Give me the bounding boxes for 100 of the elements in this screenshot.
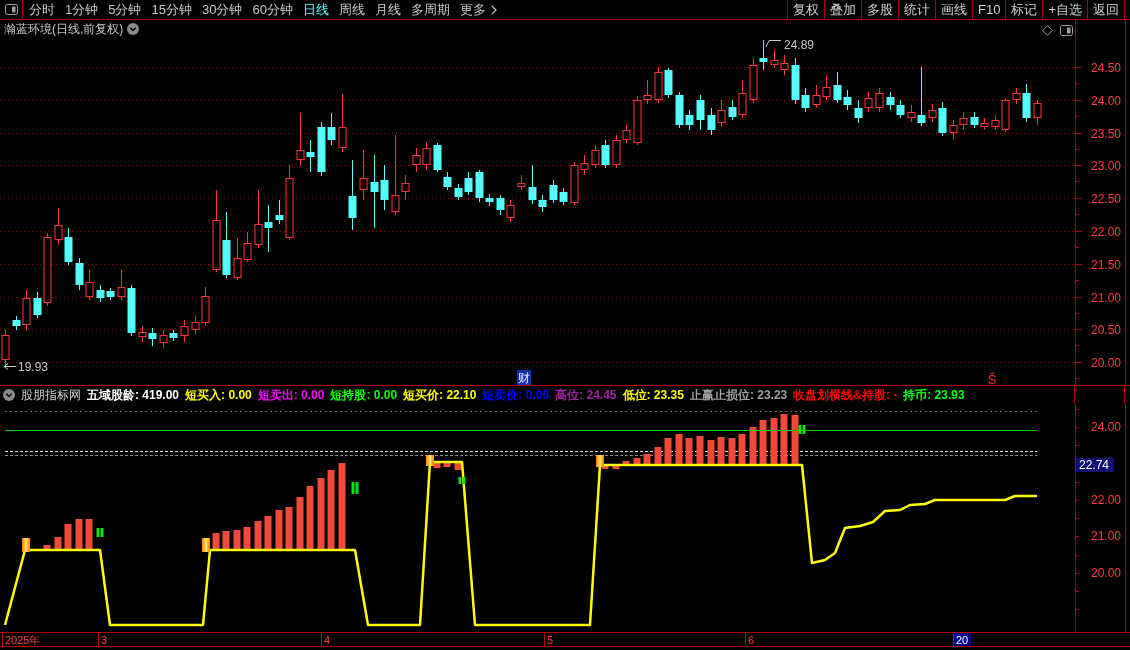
signal-bar (212, 533, 220, 550)
panel-toggle-icon[interactable] (1060, 25, 1073, 36)
period-tab[interactable]: 日线 (297, 0, 334, 19)
rising-candlestick (54, 207, 63, 246)
period-tab[interactable]: 月线 (369, 0, 406, 19)
period-tab[interactable]: 15分钟 (146, 0, 197, 19)
falling-candlestick (970, 111, 979, 129)
toolbar-button[interactable]: 叠加 (824, 0, 861, 19)
indicator-name[interactable]: 股朋指标网 (21, 386, 81, 403)
high-price-label: 24.89 (784, 38, 815, 52)
toolbar-button[interactable]: 统计 (898, 0, 935, 19)
signal-bar (264, 516, 272, 550)
indicator-readout: 持币: 23.93 (903, 386, 965, 403)
more-button[interactable]: 更多 (454, 0, 502, 19)
rising-candlestick (738, 79, 747, 119)
rising-candlestick (980, 117, 989, 131)
rising-candlestick (770, 49, 779, 69)
diamond-icon[interactable] (1042, 25, 1053, 36)
low-price-label: 19.93 (18, 360, 49, 374)
signal-marker-icon (596, 455, 604, 467)
signal-bar (222, 531, 230, 550)
rising-candlestick (506, 199, 515, 223)
toolbar-button[interactable]: 画线 (935, 0, 972, 19)
falling-candlestick (306, 139, 315, 173)
rising-candlestick (864, 91, 873, 113)
signal-bar (306, 486, 314, 550)
dropdown-icon[interactable] (127, 23, 140, 35)
time-axis-label: 5 (547, 634, 554, 646)
falling-candlestick (664, 67, 673, 99)
rising-candlestick (338, 93, 347, 153)
axis-label: 22.00 (1090, 224, 1121, 239)
toolbar-button[interactable]: 复权 (787, 0, 824, 19)
signal-bar (454, 462, 462, 470)
time-axis-label: 6 (748, 634, 755, 646)
indicator-readout: 短卖价: 0.00 (482, 386, 550, 403)
rising-candlestick (243, 231, 252, 263)
period-tab[interactable]: 多周期 (405, 0, 455, 19)
falling-candlestick (127, 284, 136, 337)
rising-candlestick (717, 99, 726, 128)
axis-label: 22.50 (1090, 191, 1121, 206)
signal-bar (664, 438, 672, 465)
rising-candlestick (22, 289, 31, 331)
axis-label: 24.00 (1090, 93, 1121, 108)
rising-candlestick (296, 112, 305, 166)
toolbar-button[interactable]: 多股 (861, 0, 898, 19)
rising-candlestick (412, 147, 421, 173)
date-cursor-badge: 20 (954, 633, 971, 646)
leader-line (765, 40, 782, 48)
indicator-readout: 止赢止损位: 23.23 (689, 386, 788, 403)
axis-label: 23.50 (1090, 126, 1121, 141)
signal-bar (54, 537, 62, 550)
signal-bar (780, 414, 788, 465)
falling-candlestick (12, 315, 21, 331)
period-tab[interactable]: 分时 (24, 0, 60, 19)
panel-toggle-icon[interactable] (4, 4, 18, 15)
rising-candlestick (233, 237, 242, 281)
toolbar-button[interactable]: F10 (972, 0, 1006, 19)
falling-candlestick (96, 284, 105, 303)
time-axis-label: 3 (101, 634, 108, 646)
rising-candlestick (159, 329, 168, 349)
period-tab[interactable]: 5分钟 (103, 0, 147, 19)
period-tab[interactable]: 1分钟 (60, 0, 104, 19)
period-tab[interactable]: 30分钟 (196, 0, 248, 19)
falling-candlestick (64, 227, 73, 266)
indicator-readout: 低位: 23.35 (622, 386, 684, 403)
rising-candlestick (359, 149, 368, 201)
falling-candlestick (696, 94, 705, 131)
rising-candlestick (749, 57, 758, 104)
falling-candlestick (549, 179, 558, 204)
signal-bar (717, 437, 725, 465)
rising-candlestick (959, 111, 968, 131)
rising-candlestick (117, 269, 126, 301)
rising-candlestick (517, 174, 526, 191)
signal-bar (64, 524, 72, 550)
rising-candlestick (254, 189, 263, 249)
toolbar-button[interactable]: +自选 (1042, 0, 1087, 19)
signal-bar (275, 510, 283, 550)
signal-bar (728, 438, 736, 465)
falling-candlestick (1022, 83, 1031, 123)
axis-label: 20.00 (1090, 355, 1121, 370)
signal-bar (633, 458, 641, 465)
toolbar-button[interactable]: 标记 (1005, 0, 1043, 19)
falling-candlestick (759, 39, 768, 71)
leader-arrow (3, 363, 17, 370)
falling-candlestick (264, 204, 273, 253)
axis-label: 20.50 (1090, 322, 1121, 337)
dropdown-icon[interactable] (3, 388, 15, 401)
signal-bar (654, 447, 662, 465)
signal-bar (696, 436, 704, 465)
double-bar-marker-icon (798, 425, 806, 434)
rising-candlestick (928, 103, 937, 123)
period-tab[interactable]: 周线 (333, 0, 370, 19)
finance-badge[interactable]: 财 (517, 370, 531, 385)
indicator-readout: 收盘划横线&持股: - (793, 386, 898, 403)
rising-candlestick (138, 325, 147, 343)
period-tab[interactable]: 60分钟 (247, 0, 298, 19)
rising-candlestick (654, 66, 663, 104)
falling-candlestick (33, 291, 42, 319)
toolbar-button[interactable]: 返回 (1087, 0, 1124, 19)
indicator-readout: 短买价: 22.10 (403, 386, 477, 403)
